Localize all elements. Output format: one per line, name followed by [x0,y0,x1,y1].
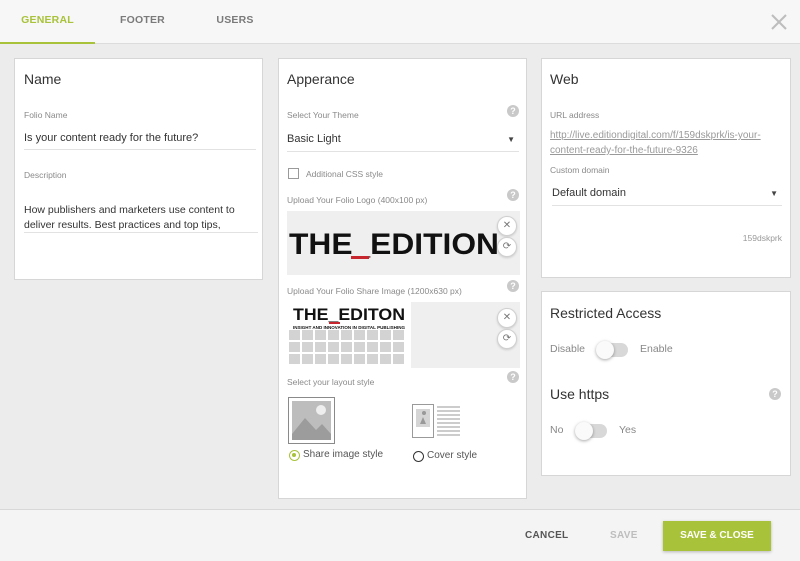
remove-icon[interactable]: ✕ [497,216,517,236]
tab-footer[interactable]: FOOTER [95,0,190,44]
share-layout-thumbnail[interactable] [288,397,335,444]
cover-style-label: Cover style [427,450,478,461]
additional-css-label: Additional CSS style [306,169,384,179]
replace-icon[interactable]: ⟳ [497,329,517,349]
cancel-button[interactable]: CANCEL [525,530,568,541]
share-image-logo: THE_EDITON INSIGHT AND INNOVATION IN DIG… [293,305,405,330]
replace-icon[interactable]: ⟳ [497,237,517,257]
restricted-access-title: Restricted Access [550,305,662,321]
additional-css-checkbox[interactable] [288,168,299,179]
share-style-label: Share image style [303,449,384,460]
tab-general[interactable]: GENERAL [0,0,95,44]
image-placeholder-icon [292,401,331,440]
use-https-title: Use https [550,386,610,402]
caret-down-icon: ▼ [770,189,778,198]
url-address-link[interactable]: http://live.editiondigital.com/f/159dskp… [550,128,761,158]
layout-style-label: Select your layout style [287,377,375,387]
cover-style-radio[interactable] [413,451,424,462]
name-panel-title: Name [24,71,62,87]
help-icon[interactable]: ? [507,105,519,117]
folio-name-label: Folio Name [24,110,68,120]
restricted-access-toggle[interactable] [596,341,628,359]
logo-upload-label: Upload Your Folio Logo (400x100 px) [287,195,428,205]
share-image-upload-label: Upload Your Folio Share Image (1200x630 … [287,286,462,296]
https-toggle[interactable] [575,422,607,440]
remove-icon[interactable]: ✕ [497,308,517,328]
url-address-label: URL address [550,110,600,120]
web-panel: Web URL address http://live.editiondigit… [541,58,791,278]
folio-name-input[interactable]: Is your content ready for the future? [24,132,256,150]
cover-layout-thumbnail[interactable] [412,404,462,438]
logo-image: THE_EDITION [289,228,499,260]
https-yes-label: Yes [619,424,637,436]
enable-label: Enable [640,343,673,355]
folio-id: 159dskprk [742,233,782,243]
appearance-panel: Apperance Select Your Theme ? Basic Ligh… [278,58,527,499]
save-button[interactable]: SAVE [610,530,638,541]
tab-bar: GENERAL FOOTER USERS [0,0,800,44]
description-textarea[interactable]: How publishers and marketers use content… [24,203,258,233]
caret-down-icon: ▼ [507,135,515,144]
custom-domain-value: Default domain [552,187,626,199]
logo-image-text: THE_EDITION [289,228,499,260]
dialog-footer: CANCEL SAVE SAVE & CLOSE [0,509,800,561]
help-icon[interactable]: ? [507,371,519,383]
name-panel: Name Folio Name Is your content ready fo… [14,58,263,280]
share-image-preview: THE_EDITON INSIGHT AND INNOVATION IN DIG… [287,302,411,368]
help-icon[interactable]: ? [507,189,519,201]
custom-domain-label: Custom domain [550,165,610,175]
cover-layout-icon [412,404,460,438]
help-icon[interactable]: ? [769,388,781,400]
logo-upload-area[interactable]: THE_EDITION ✕ ⟳ [287,211,520,275]
appearance-panel-title: Apperance [287,71,355,87]
theme-select[interactable]: Basic Light ▼ [287,133,519,152]
url-line-1: http://live.editiondigital.com/f/159dskp… [550,130,761,141]
description-label: Description [24,170,67,180]
tab-users[interactable]: USERS [190,0,280,44]
web-panel-title: Web [550,71,579,87]
theme-select-value: Basic Light [287,133,341,145]
custom-domain-select[interactable]: Default domain ▼ [552,187,782,206]
https-no-label: No [550,424,564,436]
theme-label: Select Your Theme [287,110,359,120]
help-icon[interactable]: ? [507,280,519,292]
share-image-text: THE_EDITON [293,305,405,324]
share-image-upload-area[interactable]: THE_EDITON INSIGHT AND INNOVATION IN DIG… [287,302,520,368]
share-image-grid [289,330,404,364]
disable-label: Disable [550,343,586,355]
close-icon[interactable] [770,13,788,31]
restricted-access-panel: Restricted Access Disable Enable Use htt… [541,291,791,476]
url-line-2: content-ready-for-the-future-9326 [550,145,698,156]
save-close-button[interactable]: SAVE & CLOSE [663,521,771,551]
share-style-radio[interactable] [289,450,300,461]
